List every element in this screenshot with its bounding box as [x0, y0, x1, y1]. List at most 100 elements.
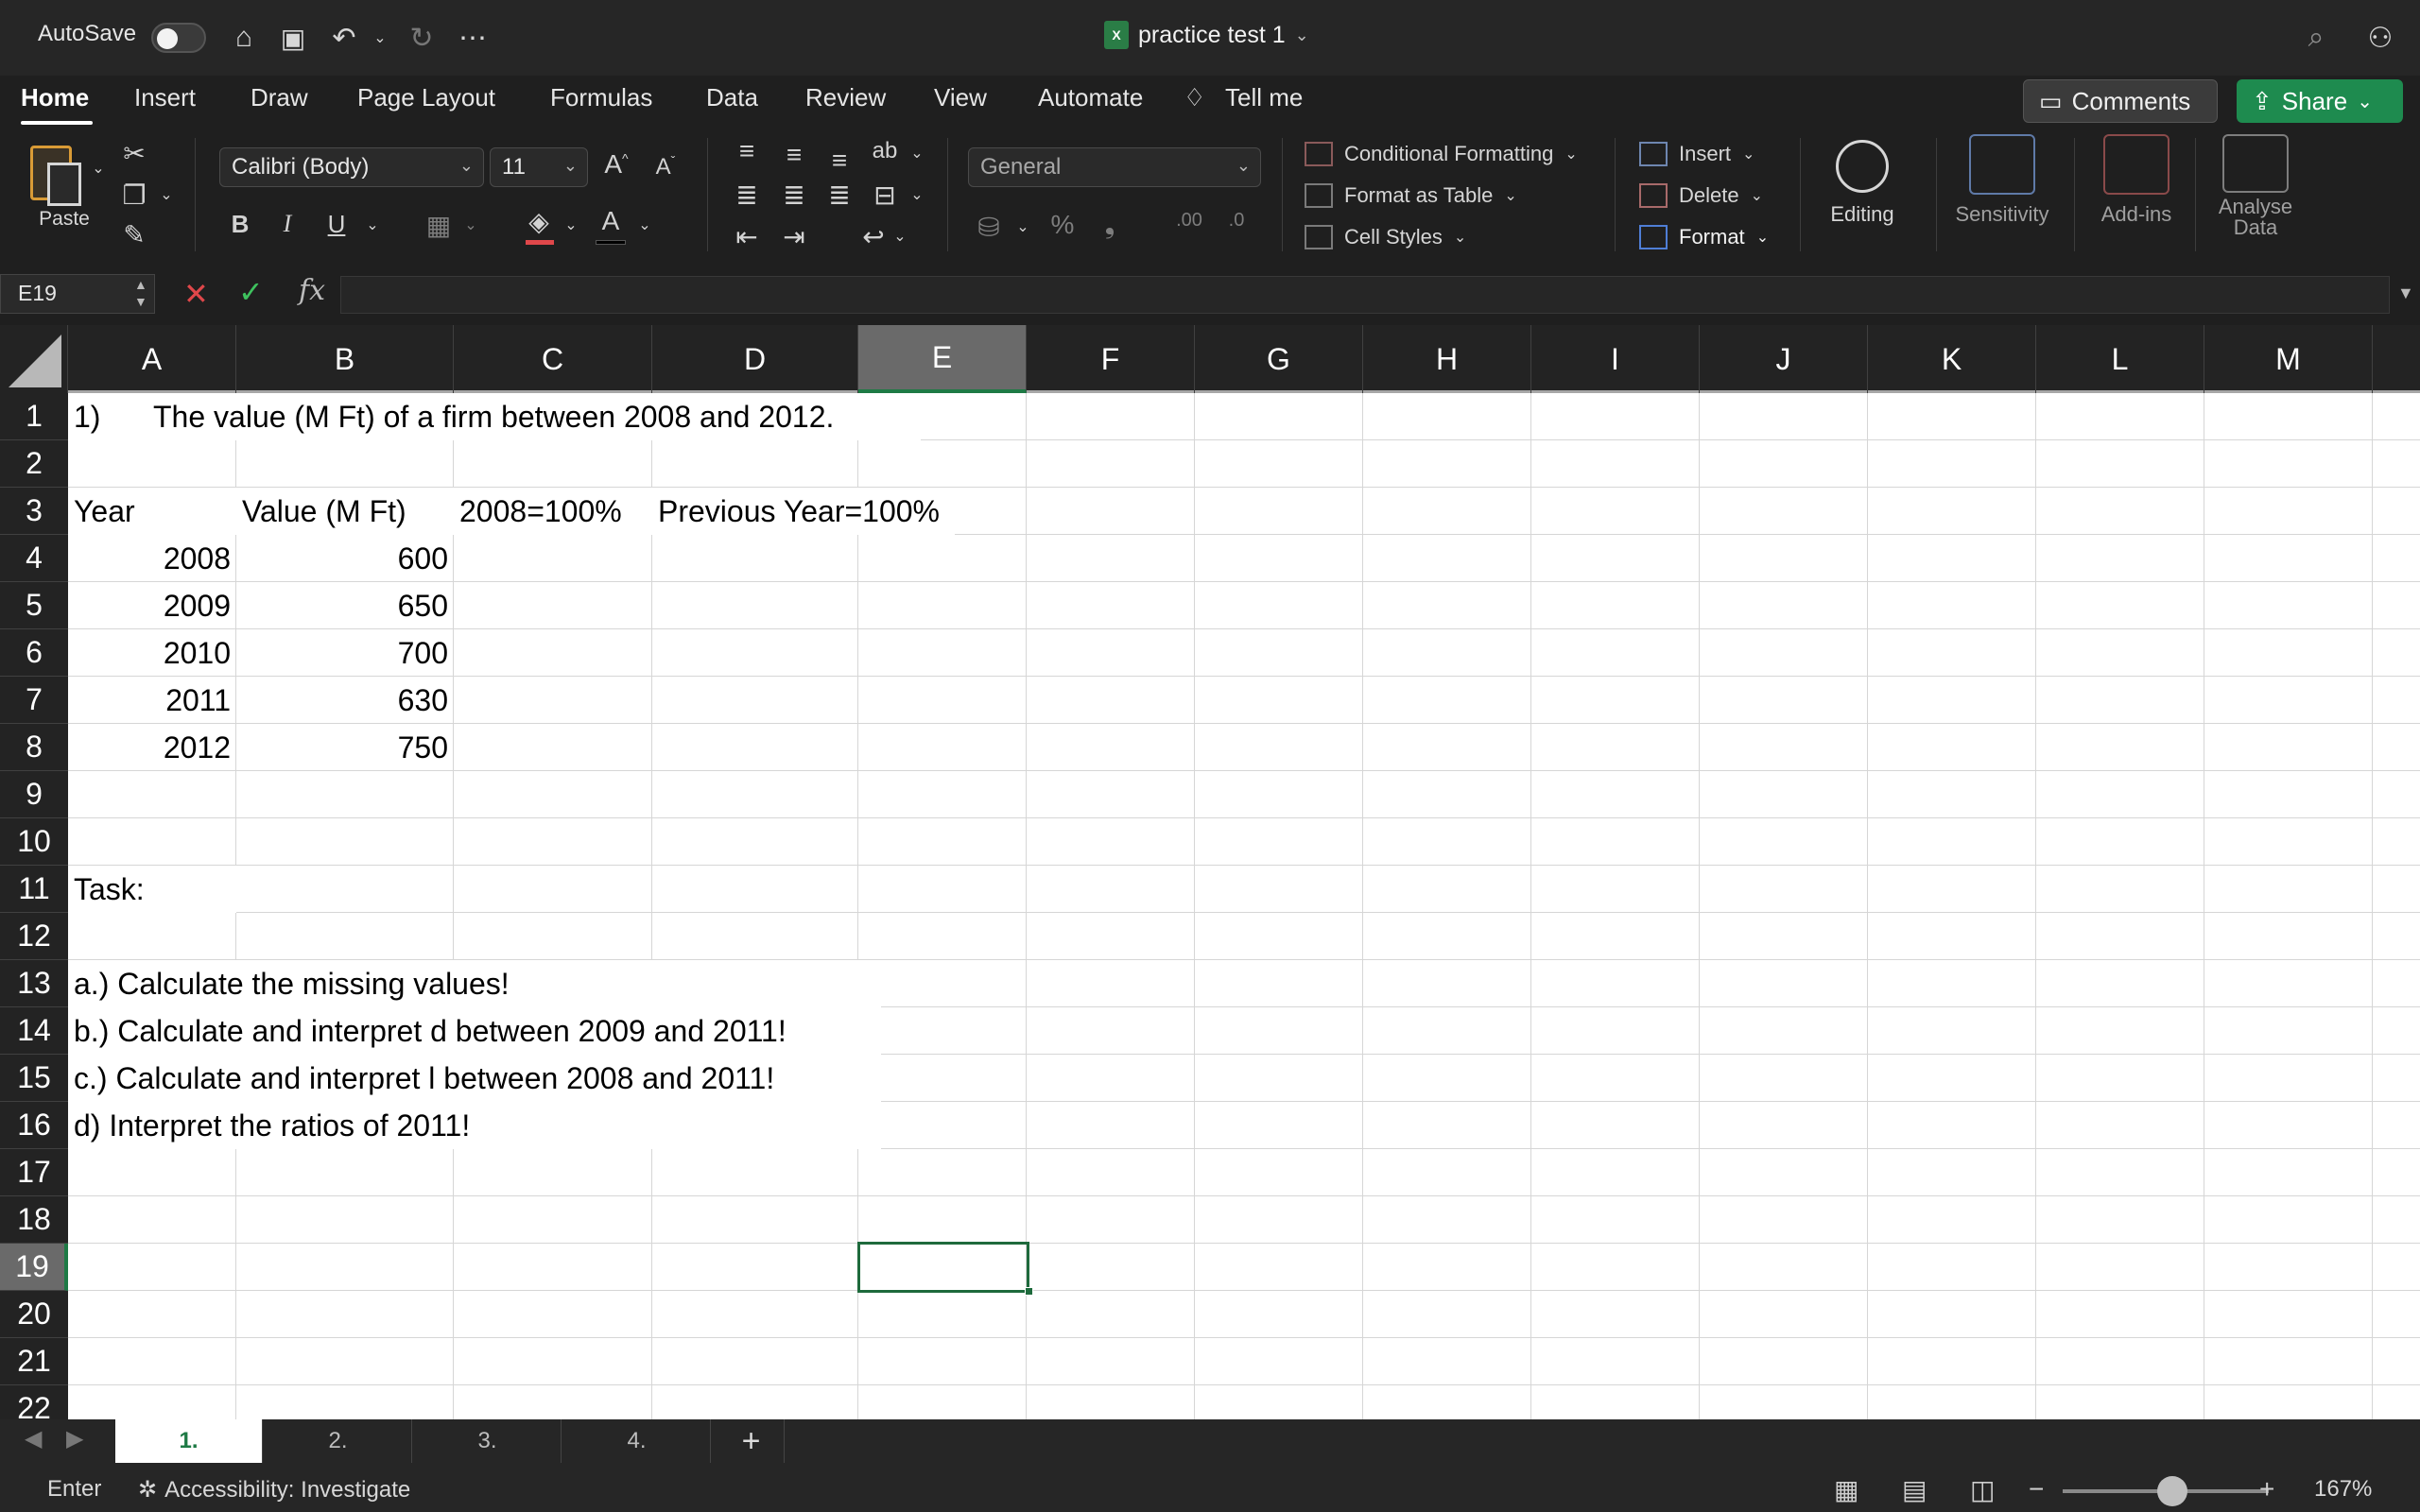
currency-dropdown-icon[interactable]: ⌄: [1006, 217, 1040, 236]
align-left-icon[interactable]: ≣: [730, 180, 764, 211]
insert-function-icon[interactable]: fx: [299, 274, 325, 307]
tab-formulas[interactable]: Formulas: [550, 83, 652, 112]
cell-B7[interactable]: 630: [236, 677, 454, 724]
column-header-k[interactable]: K: [1868, 325, 2036, 393]
cell-B3[interactable]: Value (M Ft): [236, 488, 454, 535]
cell-A6[interactable]: 2010: [68, 629, 236, 677]
cell-A13[interactable]: a.) Calculate the missing values!: [68, 960, 881, 1007]
decrease-decimal-icon[interactable]: .0: [1219, 210, 1253, 232]
cell-A15[interactable]: c.) Calculate and interpret l between 20…: [68, 1055, 881, 1102]
cancel-icon[interactable]: ✕: [183, 276, 209, 312]
sheet-tab-1[interactable]: 1.: [115, 1419, 263, 1463]
cut-icon[interactable]: ✂: [117, 138, 151, 169]
page-break-view-icon[interactable]: ◫: [1970, 1474, 1995, 1505]
align-middle-icon[interactable]: ≡: [777, 140, 811, 170]
home-icon[interactable]: ⌂: [225, 19, 263, 57]
normal-view-icon[interactable]: ▦: [1834, 1474, 1858, 1505]
row-header-20[interactable]: 20: [0, 1291, 68, 1338]
zoom-slider-handle[interactable]: [2157, 1476, 2187, 1506]
align-center-icon[interactable]: ≣: [777, 180, 811, 211]
column-header-j[interactable]: J: [1700, 325, 1868, 393]
fill-color-dropdown-icon[interactable]: ⌄: [554, 215, 588, 234]
underline-icon[interactable]: U: [320, 210, 354, 239]
row-header-16[interactable]: 16: [0, 1102, 68, 1149]
tab-tell-me[interactable]: Tell me: [1225, 83, 1303, 112]
row-header-7[interactable]: 7: [0, 677, 68, 724]
cell-B6[interactable]: 700: [236, 629, 454, 677]
cell-B4[interactable]: 600: [236, 535, 454, 582]
cell-A7[interactable]: 2011: [68, 677, 236, 724]
copy-dropdown-icon[interactable]: ⌄: [149, 185, 183, 204]
currency-icon[interactable]: ⛁: [972, 212, 1006, 243]
column-header-a[interactable]: A: [68, 325, 236, 393]
font-name-dropdown[interactable]: Calibri (Body) ⌄: [219, 147, 484, 187]
font-color-icon[interactable]: A: [594, 206, 628, 236]
tab-insert[interactable]: Insert: [134, 83, 196, 112]
cell-B5[interactable]: 650: [236, 582, 454, 629]
column-header-i[interactable]: I: [1531, 325, 1700, 393]
format-as-table-button[interactable]: Format as Table ⌄: [1305, 183, 1517, 208]
merge-center-icon[interactable]: ⊟: [868, 180, 902, 211]
orientation-icon[interactable]: ab: [868, 138, 902, 164]
zoom-out-icon[interactable]: −: [2029, 1474, 2044, 1504]
tab-home[interactable]: Home: [21, 83, 89, 112]
formula-input[interactable]: [340, 276, 2390, 314]
undo-icon[interactable]: ↶: [325, 19, 363, 57]
column-header-l[interactable]: L: [2036, 325, 2204, 393]
add-sheet-button[interactable]: +: [718, 1419, 785, 1463]
cell-styles-button[interactable]: Cell Styles ⌄: [1305, 225, 1466, 249]
column-header-g[interactable]: G: [1195, 325, 1363, 393]
column-header-f[interactable]: F: [1027, 325, 1195, 393]
row-header-8[interactable]: 8: [0, 724, 68, 771]
align-top-icon[interactable]: ≡: [730, 136, 764, 166]
row-header-21[interactable]: 21: [0, 1338, 68, 1385]
fill-color-icon[interactable]: ◈: [522, 206, 556, 237]
column-header-d[interactable]: D: [652, 325, 858, 393]
zoom-level[interactable]: 167%: [2314, 1476, 2372, 1503]
cell-A5[interactable]: 2009: [68, 582, 236, 629]
increase-font-icon[interactable]: A^: [599, 149, 633, 180]
row-header-1[interactable]: 1: [0, 393, 68, 440]
selected-cell-outline[interactable]: [857, 1242, 1029, 1293]
number-format-dropdown[interactable]: General ⌄: [968, 147, 1261, 187]
save-icon[interactable]: ▣: [274, 19, 312, 57]
cell-D3[interactable]: Previous Year=100%: [652, 488, 955, 535]
bold-icon[interactable]: B: [223, 210, 257, 239]
row-header-5[interactable]: 5: [0, 582, 68, 629]
conditional-formatting-button[interactable]: Conditional Formatting ⌄: [1305, 142, 1578, 166]
enter-icon[interactable]: ✓: [238, 274, 264, 310]
column-header-m[interactable]: M: [2204, 325, 2373, 393]
row-header-6[interactable]: 6: [0, 629, 68, 677]
select-all-corner[interactable]: [0, 325, 68, 393]
share-button[interactable]: ⇪ Share ⌄: [2237, 79, 2403, 123]
cell-B8[interactable]: 750: [236, 724, 454, 771]
paste-button[interactable]: [25, 142, 91, 217]
column-header-c[interactable]: C: [454, 325, 652, 393]
decrease-font-icon[interactable]: Aˇ: [648, 153, 683, 180]
addins-button[interactable]: Add-ins: [2089, 134, 2184, 227]
cell-C3[interactable]: 2008=100%: [454, 488, 652, 535]
row-header-13[interactable]: 13: [0, 960, 68, 1007]
align-right-icon[interactable]: ≣: [822, 180, 856, 211]
cell-A3[interactable]: Year: [68, 488, 236, 535]
borders-dropdown-icon[interactable]: ⌄: [454, 215, 488, 234]
underline-dropdown-icon[interactable]: ⌄: [355, 215, 389, 234]
row-header-17[interactable]: 17: [0, 1149, 68, 1196]
zoom-in-icon[interactable]: +: [2259, 1474, 2274, 1504]
wrap-dropdown-icon[interactable]: ⌄: [883, 227, 917, 246]
row-header-22[interactable]: 22: [0, 1385, 68, 1419]
spreadsheet-grid[interactable]: ABCDEFGHIJKLM 1 2 3 4 5 6 7 8 9 10 11 12 13 14 15 16 17 1…: [0, 325, 2420, 1419]
row-header-19[interactable]: 19: [0, 1244, 68, 1291]
merge-dropdown-icon[interactable]: ⌄: [900, 185, 934, 204]
sheet-tab-3[interactable]: 3.: [414, 1419, 562, 1463]
row-header-11[interactable]: 11: [0, 866, 68, 913]
orientation-dropdown-icon[interactable]: ⌄: [900, 144, 934, 163]
comments-button[interactable]: ▭ Comments: [2023, 79, 2218, 123]
row-header-3[interactable]: 3: [0, 488, 68, 535]
account-icon[interactable]: ⚇: [2361, 19, 2399, 57]
increase-indent-icon[interactable]: ⇥: [777, 221, 811, 252]
row-header-9[interactable]: 9: [0, 771, 68, 818]
font-size-dropdown[interactable]: 11 ⌄: [490, 147, 588, 187]
name-box[interactable]: E19: [0, 274, 155, 314]
increase-decimal-icon[interactable]: .00: [1172, 210, 1206, 232]
